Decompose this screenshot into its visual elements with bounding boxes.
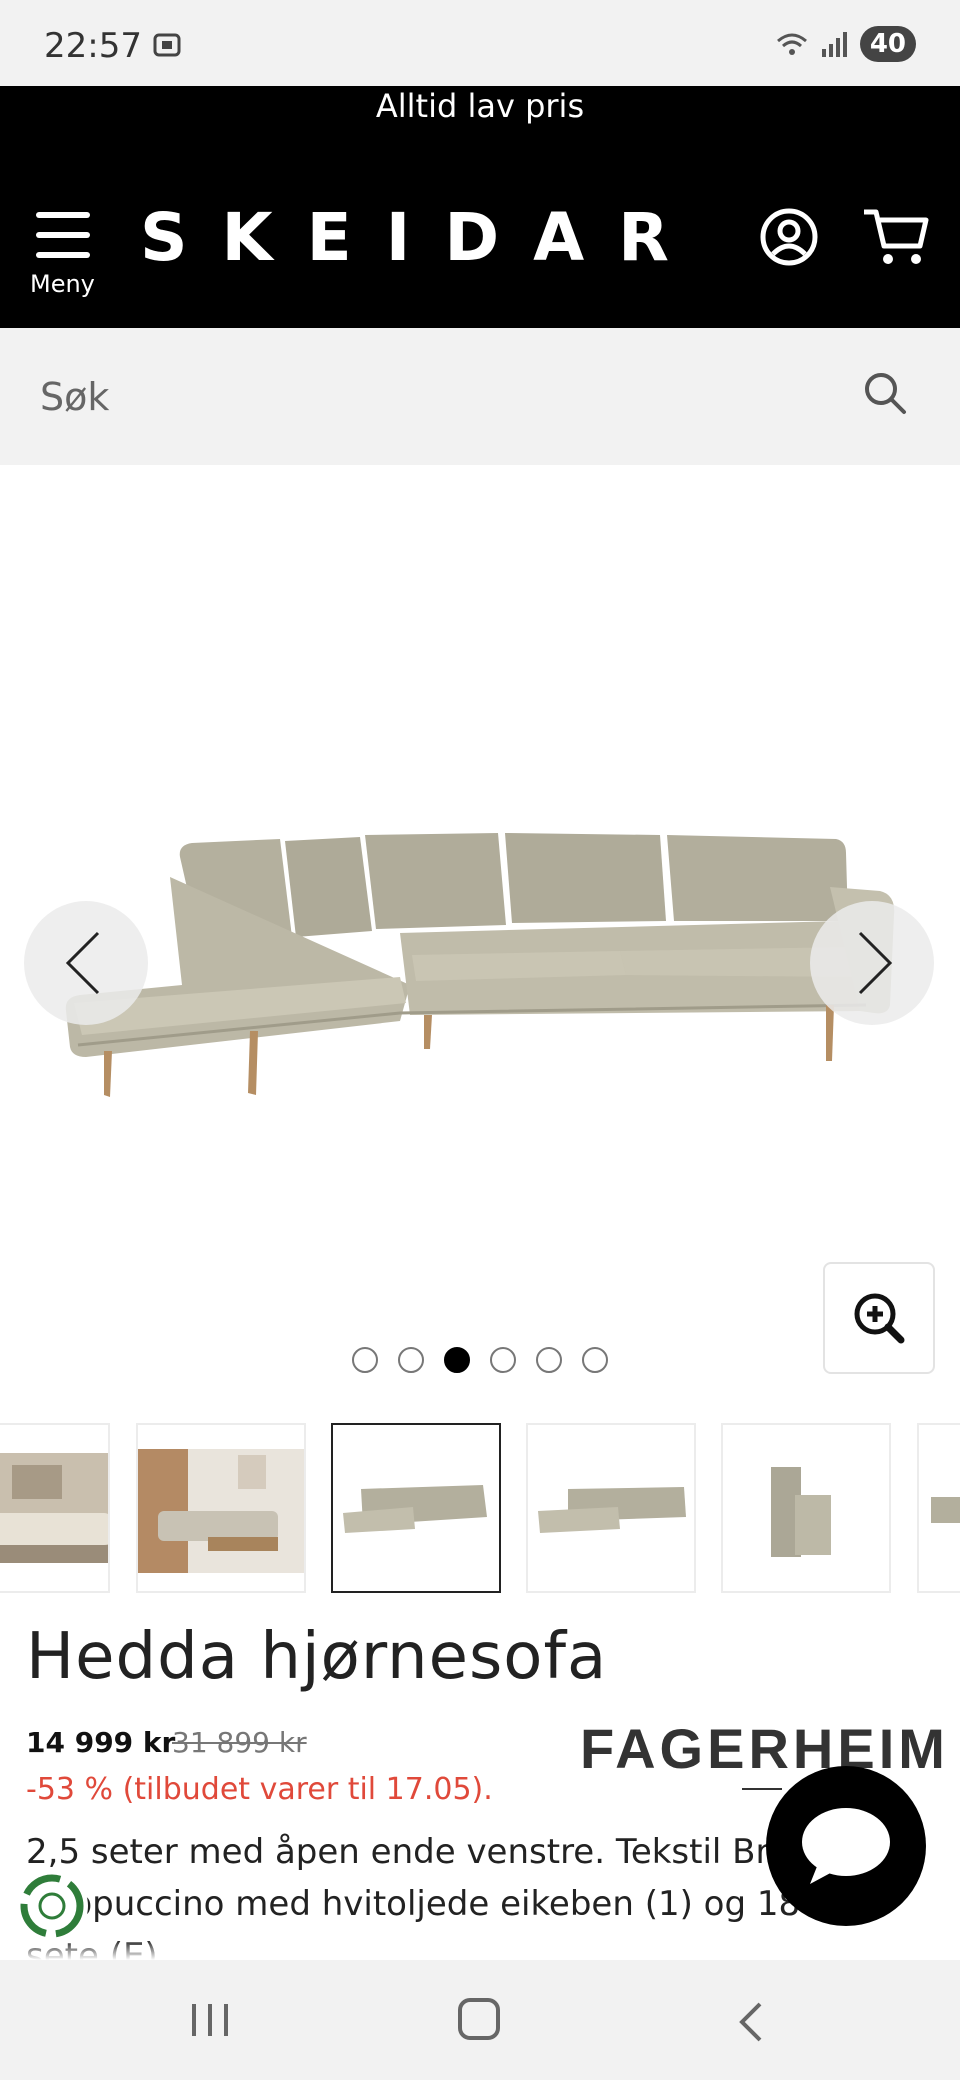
product-title: Hedda hjørnesofa (26, 1620, 608, 1694)
pagination-dot[interactable] (536, 1347, 562, 1373)
site-logo[interactable]: SKEIDAR (140, 198, 680, 278)
zoom-in-icon (854, 1293, 905, 1344)
search-input[interactable] (40, 362, 820, 432)
pagination-dot[interactable] (582, 1347, 608, 1373)
screenshot-icon (153, 33, 181, 57)
recycle-symbol (20, 1874, 84, 1938)
home-icon[interactable] (458, 1998, 500, 2040)
wifi-icon (776, 33, 807, 55)
back-icon[interactable] (730, 2000, 770, 2044)
search-icon[interactable] (862, 370, 908, 416)
previous-image-button[interactable] (24, 901, 148, 1025)
discount-text: -53 % (tilbudet varer til 17.05). (26, 1772, 493, 1807)
chevron-left-icon (65, 931, 100, 995)
battery-indicator: 40 (859, 26, 916, 62)
gallery-pagination (352, 1347, 608, 1373)
account-icon[interactable] (760, 208, 818, 266)
chat-bubble-icon (802, 1808, 890, 1884)
system-navigation-bar (0, 1960, 960, 2080)
thumbnail-image (931, 1497, 960, 1523)
search-bar (0, 328, 960, 465)
pagination-dot-active[interactable] (444, 1347, 470, 1373)
recent-apps-icon[interactable] (190, 2000, 230, 2040)
status-bar: 22:57 40 (0, 0, 960, 86)
thumbnail-4[interactable] (526, 1423, 696, 1593)
recycle-icon[interactable] (16, 1870, 88, 1942)
next-image-button[interactable] (810, 901, 934, 1025)
thumbnail-1[interactable] (0, 1423, 110, 1593)
site-header: Alltid lav pris Meny SKEIDAR (0, 86, 960, 328)
product-old-price: 31 899 kr (172, 1726, 307, 1759)
status-indicators: 40 (774, 26, 916, 62)
thumbnail-2[interactable] (136, 1423, 306, 1593)
signal-icon (821, 32, 847, 57)
pagination-dot[interactable] (490, 1347, 516, 1373)
product-price: 14 999 kr (26, 1726, 176, 1759)
thumbnail-image (138, 1449, 304, 1573)
thumbnail-image (0, 1453, 108, 1563)
menu-button[interactable]: Meny (30, 212, 100, 302)
pagination-dot[interactable] (398, 1347, 424, 1373)
product-image (65, 833, 895, 1097)
thumbnail-6[interactable] (917, 1423, 960, 1593)
thumbnail-image (538, 1487, 686, 1533)
zoom-button[interactable] (823, 1262, 935, 1374)
thumbnail-3-active[interactable] (331, 1423, 501, 1593)
product-gallery[interactable] (0, 465, 960, 1410)
promo-banner: Alltid lav pris (375, 87, 585, 125)
hamburger-icon (36, 212, 90, 258)
thumbnail-strip (0, 1423, 960, 1593)
pagination-dot[interactable] (352, 1347, 378, 1373)
thumbnail-image (771, 1467, 831, 1557)
menu-label: Meny (30, 270, 95, 298)
status-time: 22:57 (44, 26, 142, 66)
thumbnail-image (343, 1485, 487, 1533)
chat-button[interactable] (766, 1766, 926, 1926)
thumbnail-5[interactable] (721, 1423, 891, 1593)
chevron-right-icon (858, 931, 893, 995)
description-fade (0, 1940, 960, 1960)
cart-icon[interactable] (862, 206, 930, 268)
